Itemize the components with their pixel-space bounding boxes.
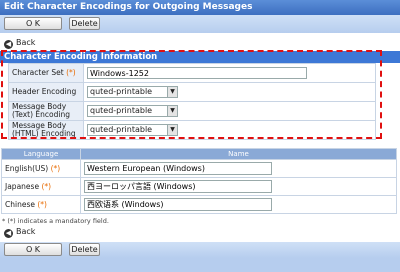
delete-button[interactable]: Delete bbox=[69, 17, 100, 30]
back-label: Back bbox=[16, 38, 36, 47]
back-arrow-icon: ◀ bbox=[4, 229, 13, 238]
field-label: Message Body (HTML) Encoding bbox=[8, 120, 84, 140]
back-link[interactable]: ◀ Back bbox=[4, 37, 35, 49]
ok-button[interactable]: O K bbox=[4, 243, 62, 256]
footer-bar bbox=[0, 258, 400, 272]
column-header: Language bbox=[1, 148, 81, 160]
header-encoding-select[interactable]: quted-printable ▼ bbox=[87, 86, 178, 98]
chevron-down-icon: ▼ bbox=[167, 125, 177, 135]
mandatory-note: * (*) indicates a mandatory field. bbox=[2, 217, 109, 225]
table-row: Japanese (*) bbox=[1, 177, 397, 196]
column-header: Name bbox=[80, 148, 397, 160]
table-row: Message Body (HTML) Encoding quted-print… bbox=[8, 120, 376, 140]
field-label: Character Set (*) bbox=[8, 63, 84, 83]
language-name-input[interactable] bbox=[84, 162, 272, 175]
encoding-table: Character Set (*) Header Encoding quted-… bbox=[8, 63, 376, 140]
language-name-input[interactable] bbox=[84, 198, 272, 211]
chevron-down-icon: ▼ bbox=[167, 87, 177, 97]
table-row: Header Encoding quted-printable ▼ bbox=[8, 82, 376, 102]
table-row: Character Set (*) bbox=[8, 63, 376, 83]
back-label: Back bbox=[16, 227, 36, 236]
text-body-encoding-select[interactable]: quted-printable ▼ bbox=[87, 105, 178, 117]
language-table: Language Name English(US) (*) Japanese (… bbox=[1, 148, 397, 214]
table-row: Message Body (Text) Encoding quted-print… bbox=[8, 101, 376, 121]
language-name-input[interactable] bbox=[84, 180, 272, 193]
table-row: English(US) (*) bbox=[1, 159, 397, 178]
back-link[interactable]: ◀ Back bbox=[4, 226, 35, 238]
delete-button[interactable]: Delete bbox=[69, 243, 100, 256]
top-toolbar: O K Delete bbox=[0, 15, 400, 33]
page-title: Edit Character Encodings for Outgoing Me… bbox=[0, 0, 400, 15]
ok-button[interactable]: O K bbox=[4, 17, 62, 30]
back-arrow-icon: ◀ bbox=[4, 40, 13, 49]
character-set-input[interactable] bbox=[87, 67, 307, 79]
field-label: Header Encoding bbox=[8, 82, 84, 102]
section-header: Character Encoding Information bbox=[0, 51, 400, 63]
chevron-down-icon: ▼ bbox=[167, 106, 177, 116]
html-body-encoding-select[interactable]: quted-printable ▼ bbox=[87, 124, 178, 136]
field-label: Message Body (Text) Encoding bbox=[8, 101, 84, 121]
table-header: Language Name bbox=[1, 148, 397, 160]
bottom-toolbar: O K Delete bbox=[0, 242, 400, 258]
table-row: Chinese (*) bbox=[1, 195, 397, 214]
